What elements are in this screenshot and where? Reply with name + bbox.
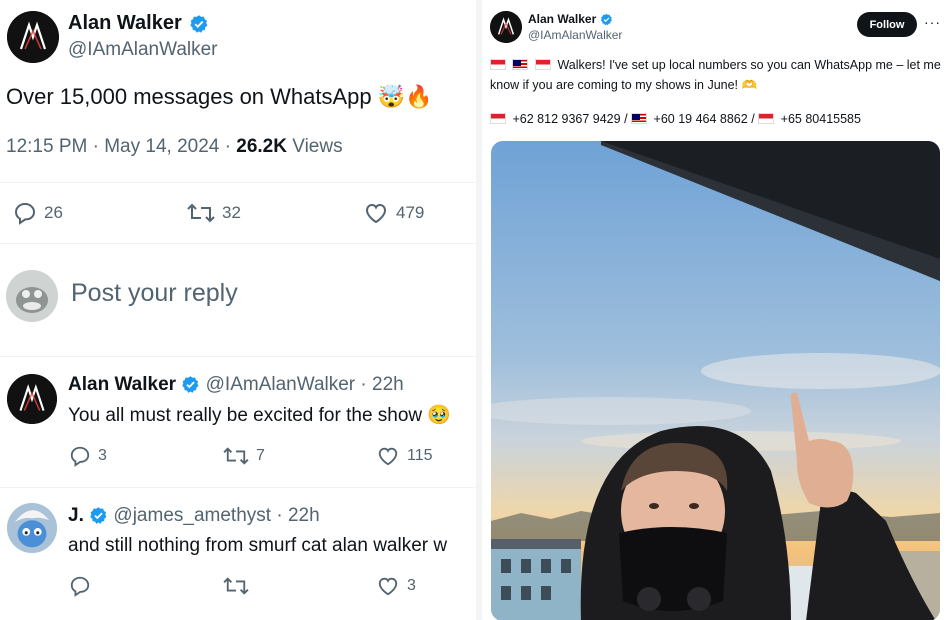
malaysia-flag-icon bbox=[512, 59, 529, 70]
alan-walker-logo-icon bbox=[490, 11, 522, 43]
author-handle[interactable]: @IAmAlanWalker bbox=[68, 39, 218, 61]
reply-input[interactable]: Post your reply bbox=[71, 279, 238, 308]
verified-badge-icon bbox=[190, 14, 208, 33]
phone-indonesia[interactable]: +62 812 9367 9429 bbox=[512, 112, 620, 126]
views-label: Views bbox=[292, 136, 343, 157]
reply-header: J. @james_amethyst · 22h bbox=[68, 505, 320, 526]
like-count: 115 bbox=[407, 447, 433, 464]
divider bbox=[0, 243, 476, 244]
verified-badge-icon bbox=[90, 507, 107, 525]
tweet-text: Over 15,000 messages on WhatsApp 🤯🔥 bbox=[6, 84, 433, 109]
like-button[interactable]: 115 bbox=[375, 445, 433, 467]
reply-icon bbox=[14, 203, 36, 225]
views-count: 26.2K bbox=[236, 136, 287, 157]
tweet-time[interactable]: 12:15 PM bbox=[6, 136, 87, 157]
alan-walker-logo-icon bbox=[7, 374, 57, 424]
tweet-date[interactable]: May 14, 2024 bbox=[104, 136, 219, 157]
author-avatar[interactable] bbox=[7, 11, 59, 63]
like-button[interactable]: 3 bbox=[375, 575, 416, 597]
separator: / bbox=[751, 112, 755, 126]
divider bbox=[0, 487, 476, 488]
phone-singapore[interactable]: +65 80415585 bbox=[781, 112, 861, 126]
reply-author-name[interactable]: J. bbox=[68, 505, 84, 526]
retweet-button[interactable]: 7 bbox=[222, 445, 265, 467]
reply-button[interactable]: 26 bbox=[12, 201, 63, 225]
author-name-row: Alan Walker bbox=[528, 12, 613, 26]
phone-numbers: +62 812 9367 9429 / +60 19 464 8862 / +6… bbox=[490, 112, 861, 126]
reply-author-handle[interactable]: @james_amethyst bbox=[113, 505, 271, 526]
left-thread-panel: Alan Walker @IAmAlanWalker Over 15,000 m… bbox=[0, 0, 476, 620]
divider bbox=[0, 182, 476, 183]
author-name-row: Alan Walker bbox=[68, 12, 209, 35]
divider bbox=[0, 356, 476, 357]
author-name[interactable]: Alan Walker bbox=[528, 12, 596, 26]
like-count: 3 bbox=[407, 577, 416, 594]
reply-button[interactable]: 3 bbox=[68, 445, 107, 467]
reply-count: 26 bbox=[44, 203, 63, 222]
reply-time[interactable]: 22h bbox=[372, 374, 404, 395]
tweet-meta: 12:15 PM · May 14, 2024 · 26.2K Views bbox=[6, 136, 343, 157]
heart-icon bbox=[378, 577, 398, 596]
singapore-flag-icon bbox=[534, 59, 551, 70]
user-avatar[interactable] bbox=[6, 270, 58, 322]
author-handle[interactable]: @IAmAlanWalker bbox=[528, 28, 622, 42]
reply-author-avatar[interactable] bbox=[7, 503, 57, 553]
user-avatar-image bbox=[6, 270, 58, 322]
selfie-photo-image bbox=[491, 141, 940, 620]
heart-icon bbox=[378, 447, 398, 466]
indonesia-flag-icon bbox=[490, 113, 506, 124]
reply-author-avatar[interactable] bbox=[7, 374, 57, 424]
reply-text: You all must really be excited for the s… bbox=[68, 405, 452, 426]
retweet-icon bbox=[187, 203, 215, 223]
post-text-block: Walkers! I've set up local numbers so yo… bbox=[490, 55, 942, 95]
right-post-panel: Alan Walker @IAmAlanWalker Follow ··· Wa… bbox=[482, 0, 950, 620]
verified-badge-icon bbox=[182, 376, 199, 394]
post-photo[interactable] bbox=[491, 141, 940, 620]
verified-badge-icon bbox=[600, 14, 612, 26]
like-count: 479 bbox=[396, 203, 425, 222]
follow-button[interactable]: Follow bbox=[857, 12, 917, 37]
reply-text: and still nothing from smurf cat alan wa… bbox=[68, 535, 448, 556]
phone-malaysia[interactable]: +60 19 464 8862 bbox=[654, 112, 748, 126]
author-avatar[interactable] bbox=[490, 11, 522, 43]
smurf-cat-avatar-image bbox=[7, 503, 57, 553]
retweet-button[interactable]: 32 bbox=[186, 201, 241, 225]
reply-icon bbox=[70, 446, 90, 467]
reply-author-handle[interactable]: @IAmAlanWalker bbox=[206, 374, 356, 395]
reply-count: 3 bbox=[98, 447, 107, 464]
alan-walker-logo-icon bbox=[7, 11, 59, 63]
like-button[interactable]: 479 bbox=[362, 201, 424, 225]
reply-button[interactable] bbox=[68, 575, 98, 597]
author-name[interactable]: Alan Walker bbox=[68, 12, 182, 34]
heart-icon bbox=[365, 203, 387, 224]
retweet-count: 32 bbox=[222, 203, 241, 222]
retweet-icon bbox=[223, 577, 249, 595]
retweet-count: 7 bbox=[256, 447, 265, 464]
reply-time[interactable]: 22h bbox=[288, 505, 320, 526]
post-text: Walkers! I've set up local numbers so yo… bbox=[490, 58, 941, 92]
separator: / bbox=[624, 112, 628, 126]
reply-icon bbox=[70, 576, 90, 597]
reply-header: Alan Walker @IAmAlanWalker · 22h bbox=[68, 374, 404, 395]
singapore-flag-icon bbox=[758, 113, 775, 124]
retweet-button[interactable] bbox=[222, 575, 256, 597]
more-options-icon[interactable]: ··· bbox=[924, 14, 941, 30]
reply-author-name[interactable]: Alan Walker bbox=[68, 374, 176, 395]
retweet-icon bbox=[223, 447, 249, 465]
malaysia-flag-icon bbox=[631, 113, 648, 124]
indonesia-flag-icon bbox=[490, 59, 506, 70]
